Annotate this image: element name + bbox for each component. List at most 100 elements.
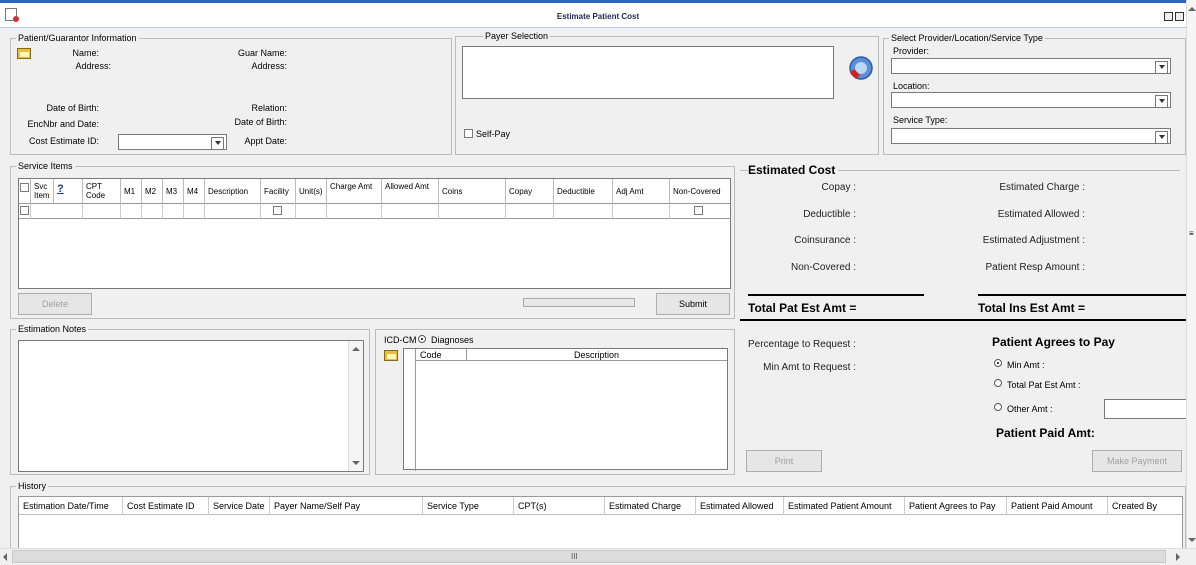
row-select-checkbox[interactable] [20,206,29,215]
estimation-notes-textarea[interactable] [18,340,364,472]
cell-facility [261,203,296,219]
col-svc-item: Svc Item [31,179,54,203]
minimize-button[interactable] [1164,12,1173,21]
scroll-down-icon[interactable] [352,461,360,465]
location-select[interactable] [891,92,1171,108]
appt-date-label: Appt Date: [244,136,287,146]
cell-adj-amt[interactable] [613,203,670,219]
service-items-group: Service Items Svc Item ? CPT Code M1 M2 … [10,161,735,319]
cell-description[interactable] [205,203,261,219]
provider-label: Provider: [893,46,930,56]
col-cpts: CPT(s) [514,497,605,515]
window-horizontal-scrollbar[interactable]: III [0,548,1196,565]
patient-paid-amt-label: Patient Paid Amt: [996,426,1095,440]
scroll-thumb-grip: III [571,552,578,561]
cell-charge-amt[interactable] [327,203,382,219]
diagnoses-radio[interactable] [418,335,426,343]
folder-open-icon[interactable] [17,48,31,59]
min-amt-radio[interactable] [994,359,1002,367]
total-ins-top-rule [978,294,1188,296]
col-patient-agrees-to-pay: Patient Agrees to Pay [905,497,1007,515]
other-amt-radio[interactable] [994,403,1002,411]
copay-label: Copay : [821,182,856,193]
cell-cpt-code[interactable] [83,203,121,219]
progress-bar [523,298,635,307]
scroll-up-icon[interactable] [352,347,360,351]
cell-coins[interactable] [439,203,506,219]
cell-deductible[interactable] [554,203,613,219]
col-payer-name: Payer Name/Self Pay [270,497,423,515]
help-icon[interactable]: ? [54,179,83,203]
restore-button[interactable] [1175,12,1184,21]
submit-button[interactable]: Submit [656,293,730,315]
service-type-select[interactable] [891,128,1171,144]
scroll-right-icon[interactable] [1176,553,1180,561]
payer-selection-group: Payer Selection Self-Pay [455,31,879,155]
code-header: Code [420,350,442,360]
diagnoses-header: Code Description [416,349,727,361]
deductible-label: Deductible : [803,209,856,220]
total-pat-est-amt-label: Total Pat Est Amt : [1007,380,1081,390]
description-header: Description [573,350,620,360]
history-grid[interactable]: Estimation Date/Time Cost Estimate ID Se… [18,496,1184,549]
cell-copay[interactable] [506,203,554,219]
col-estimated-charge: Estimated Charge [605,497,696,515]
select-all-cell [19,179,31,203]
col-m1: M1 [121,179,142,203]
scroll-down-icon[interactable] [1188,538,1196,542]
total-pat-top-rule [748,294,924,296]
payer-list[interactable] [462,46,834,99]
group-label: History [16,481,49,491]
min-amt-label: Min Amt : [1007,360,1045,370]
col-non-covered: Non-Covered [670,179,730,203]
enc-nbr-label: EncNbr and Date: [27,119,99,129]
notes-scrollbar[interactable] [348,341,363,471]
cell-svc-item[interactable] [31,203,83,219]
select-all-checkbox[interactable] [20,183,29,192]
self-pay-checkbox[interactable] [464,129,473,138]
col-description: Description [205,179,261,203]
guar-address-label: Address: [251,61,287,71]
col-created-by: Created By [1112,501,1158,511]
row-header-col [404,349,416,471]
delete-button[interactable]: Delete [18,293,92,315]
total-pat-est-radio[interactable] [994,379,1002,387]
make-payment-button[interactable]: Make Payment [1092,450,1182,472]
total-ins-est-label: Total Ins Est Amt = [978,301,1086,315]
col-patient-paid-amount: Patient Paid Amount [1007,497,1108,515]
scroll-grip-icon[interactable]: ≡ [1189,229,1194,238]
history-group: History Estimation Date/Time Cost Estima… [10,481,1186,550]
facility-checkbox[interactable] [273,206,282,215]
cell-allowed-amt[interactable] [382,203,439,219]
print-button[interactable]: Print [746,450,822,472]
other-amt-input[interactable] [1104,399,1188,419]
estimated-allowed-label: Estimated Allowed : [997,209,1085,220]
cell-m2[interactable] [142,203,163,219]
non-covered-checkbox[interactable] [694,206,703,215]
cell-m1[interactable] [121,203,142,219]
payer-search-icon[interactable] [846,53,876,83]
group-label: Estimation Notes [16,324,89,334]
window-vertical-scrollbar[interactable]: ≡ [1186,0,1196,548]
scroll-left-icon[interactable] [3,553,7,561]
service-items-grid[interactable]: Svc Item ? CPT Code M1 M2 M3 M4 Descript… [18,178,731,289]
folder-open-icon[interactable] [384,350,398,361]
cell-units[interactable] [296,203,327,219]
min-amt-request-label: Min Amt to Request : [763,362,856,373]
scroll-up-icon[interactable] [1188,7,1196,11]
provider-location-group: Select Provider/Location/Service Type Pr… [883,33,1186,155]
col-charge-amt: Charge Amt [327,179,382,203]
scroll-thumb[interactable]: III [12,550,1166,563]
cell-m3[interactable] [163,203,184,219]
col-m4: M4 [184,179,205,203]
col-allowed-amt: Allowed Amt [382,179,439,203]
col-estimated-allowed: Estimated Allowed [696,497,784,515]
estimation-notes-group: Estimation Notes [10,324,370,475]
provider-select[interactable] [891,58,1171,74]
cell-m4[interactable] [184,203,205,219]
diagnoses-grid[interactable]: Code Description [403,348,728,471]
col-units: Unit(s) [296,179,327,203]
service-type-label: Service Type: [893,115,948,125]
title-bar: Estimate Patient Cost [0,0,1196,28]
total-pat-est-label: Total Pat Est Amt = [748,301,857,315]
